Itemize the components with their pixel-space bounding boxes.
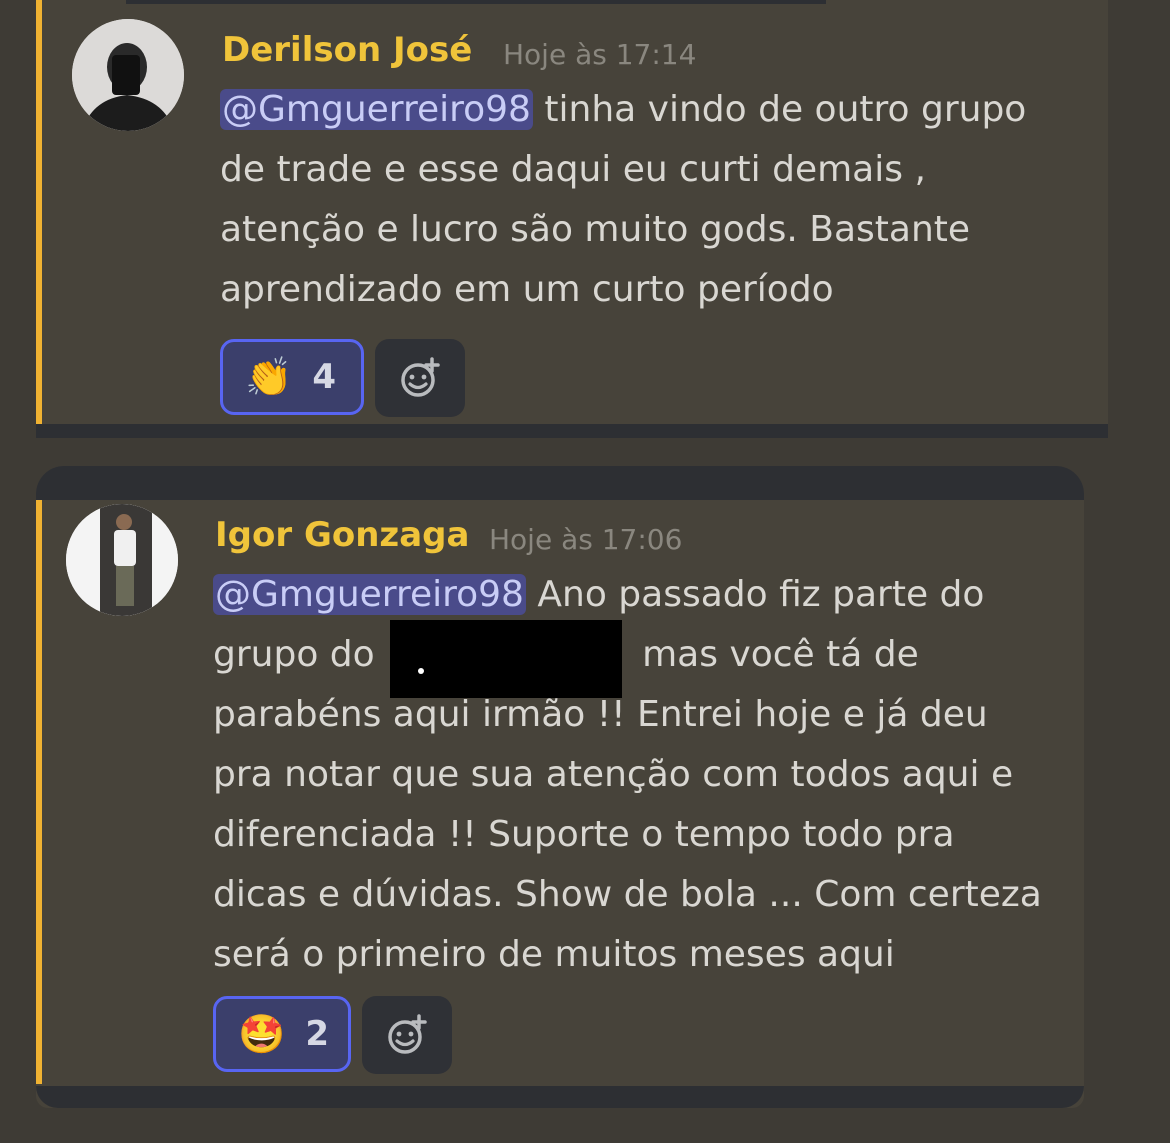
text-line: dicas e dúvidas. Show de bola ... Com ce… — [213, 874, 1042, 915]
redacted-name — [390, 620, 622, 698]
divider — [36, 424, 1108, 438]
message-text: @Gmguerreiro98 tinha vindo de outro grup… — [220, 80, 1100, 320]
reaction-clap[interactable]: 👏 4 — [220, 339, 364, 415]
user-mention[interactable]: @Gmguerreiro98 — [213, 574, 526, 615]
text-line: será o primeiro de muitos meses aqui — [213, 934, 895, 975]
avatar[interactable] — [72, 19, 184, 131]
timestamp: Hoje às 17:06 — [489, 523, 683, 556]
reaction-count: 2 — [305, 1014, 329, 1054]
avatar-image — [72, 19, 184, 131]
message-text: @Gmguerreiro98 Ano passado fiz parte do … — [213, 565, 1093, 985]
text-line: grupo do — [213, 634, 387, 675]
highlight-bar — [36, 0, 42, 430]
avatar-image — [66, 504, 178, 616]
divider — [36, 466, 1084, 500]
reaction-count: 4 — [312, 357, 336, 397]
star-struck-icon: 🤩 — [238, 1012, 286, 1056]
divider — [126, 0, 826, 4]
divider — [36, 1086, 1084, 1108]
text-line: de trade e esse daqui eu curti demais , — [220, 149, 926, 190]
avatar[interactable] — [66, 504, 178, 616]
text-line: Ano passado fiz parte do — [525, 574, 985, 615]
add-reaction-icon — [388, 1014, 427, 1054]
add-reaction-button[interactable] — [375, 339, 465, 417]
author-name[interactable]: Igor Gonzaga — [215, 515, 469, 555]
text-line: mas você tá de — [642, 634, 919, 675]
text-line: aprendizado em um curto período — [220, 269, 834, 310]
add-reaction-button[interactable] — [362, 996, 452, 1074]
author-name[interactable]: Derilson José — [222, 30, 472, 70]
reaction-star-struck[interactable]: 🤩 2 — [213, 996, 351, 1072]
add-reaction-icon — [401, 357, 440, 397]
timestamp: Hoje às 17:14 — [503, 38, 697, 71]
user-mention[interactable]: @Gmguerreiro98 — [220, 89, 533, 130]
text-line: pra notar que sua atenção com todos aqui… — [213, 754, 1014, 795]
highlight-bar — [36, 500, 42, 1084]
clapping-hands-icon: 👏 — [245, 355, 293, 399]
text-line: tinha vindo de outro grupo — [532, 89, 1027, 130]
text-line: atenção e lucro são muito gods. Bastante — [220, 209, 971, 250]
text-line: diferenciada !! Suporte o tempo todo pra — [213, 814, 955, 855]
text-line: parabéns aqui irmão !! Entrei hoje e já … — [213, 694, 988, 735]
